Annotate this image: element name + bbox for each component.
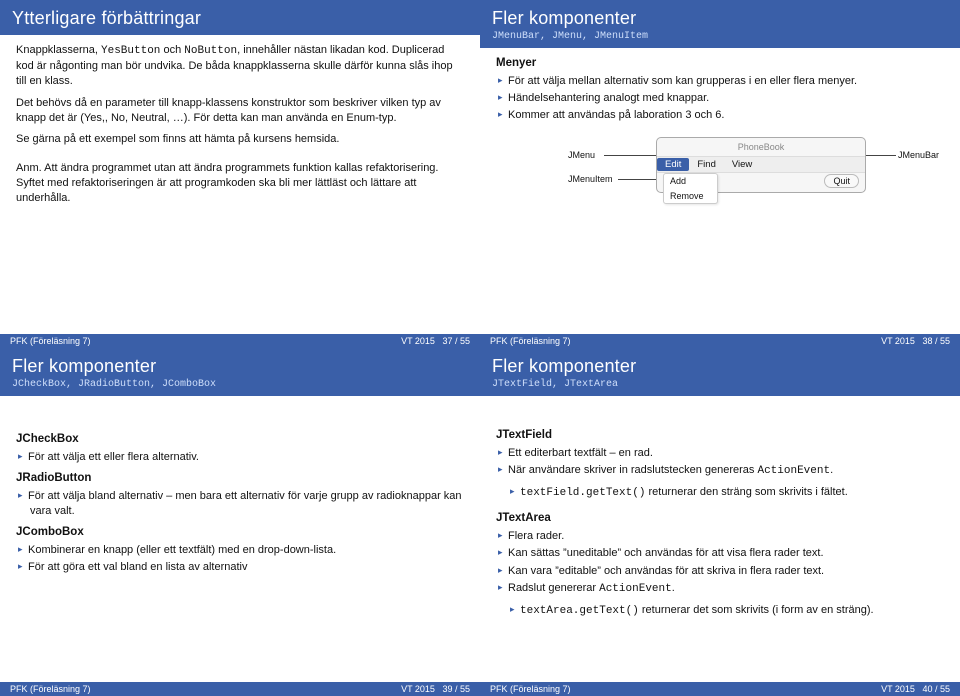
code-actionevent: ActionEvent [757, 465, 830, 477]
menu-item-find[interactable]: Find [689, 158, 723, 171]
slide-body: Knappklasserna, YesButton och NoButton, … [16, 43, 464, 207]
list-item: textField.getText() returnerar den strän… [522, 485, 944, 501]
paragraph: Se gärna på ett exempel som finns att hä… [16, 132, 464, 147]
footer-left: PFK (Föreläsning 7) [490, 684, 643, 694]
bullet-list: Ett editerbart textfält – en rad. När an… [496, 446, 944, 479]
code-textfield-gettext: textField.getText() [520, 487, 645, 499]
bullet-list-nested: textArea.getText() returnerar det som sk… [496, 603, 944, 619]
footer-right: VT 2015 40 / 55 [797, 684, 950, 694]
footer-center [163, 336, 316, 346]
slide-footer: PFK (Föreläsning 7) VT 2015 37 / 55 [0, 334, 480, 348]
list-item: För att välja mellan alternativ som kan … [510, 74, 944, 89]
heading-jtextarea: JTextArea [496, 511, 944, 527]
list-item: Flera rader. [510, 529, 944, 544]
slide-4: Fler komponenter JTextField, JTextArea J… [480, 348, 960, 696]
slide-footer: PFK (Föreläsning 7) VT 2015 40 / 55 [480, 682, 960, 696]
slide-body: JCheckBox För att välja ett eller flera … [16, 404, 464, 575]
list-item: När användare skriver in radslutstecken … [510, 463, 944, 479]
slide-header: Ytterligare förbättringar [0, 0, 480, 35]
slide-subtitle: JCheckBox, JRadioButton, JComboBox [12, 379, 468, 390]
dropdown: Add Remove [663, 173, 718, 204]
bullet-list: Flera rader. Kan sättas ”uneditable” och… [496, 529, 944, 597]
bullet-list: Kombinerar en knapp (eller ett textfält)… [16, 543, 464, 575]
list-item: Kan vara ”editable” och användas för att… [510, 564, 944, 579]
label-jmenu: JMenu [568, 149, 595, 161]
slide-1: Ytterligare förbättringar Knappklasserna… [0, 0, 480, 348]
slide-header: Fler komponenter JCheckBox, JRadioButton… [0, 348, 480, 396]
heading-jtextfield: JTextField [496, 428, 944, 444]
code-actionevent: ActionEvent [599, 583, 672, 595]
window-preview: PhoneBook Edit Find View Add Remove Quit [656, 137, 866, 193]
footer-left: PFK (Föreläsning 7) [490, 336, 643, 346]
heading-jcombobox: JComboBox [16, 525, 464, 541]
heading-menyer: Menyer [496, 56, 944, 72]
connector-line [866, 155, 896, 156]
slide-subtitle: JMenuBar, JMenu, JMenuItem [492, 31, 948, 42]
bullet-list: För att välja ett eller flera alternativ… [16, 450, 464, 465]
menu-item-edit[interactable]: Edit [657, 158, 689, 171]
bullet-list-nested: textField.getText() returnerar den strän… [496, 485, 944, 501]
connector-line [604, 155, 656, 156]
list-item: Kommer att användas på laboration 3 och … [510, 108, 944, 123]
slide-3: Fler komponenter JCheckBox, JRadioButton… [0, 348, 480, 696]
slide-subtitle: JTextField, JTextArea [492, 379, 948, 390]
label-jmenuitem: JMenuItem [568, 173, 613, 185]
window-title: PhoneBook [657, 141, 865, 153]
list-item: textArea.getText() returnerar det som sk… [522, 603, 944, 619]
list-item: För att välja bland alternativ – men bar… [30, 489, 464, 519]
dropdown-item-remove[interactable]: Remove [664, 189, 717, 203]
code-textarea-gettext: textArea.getText() [520, 605, 639, 617]
footer-center [163, 684, 316, 694]
paragraph: Knappklasserna, YesButton och NoButton, … [16, 43, 464, 90]
heading-jcheckbox: JCheckBox [16, 432, 464, 448]
menubar: Edit Find View [657, 156, 865, 173]
slide-title: Ytterligare förbättringar [12, 8, 468, 29]
list-item: Kan sättas ”uneditable” och användas för… [510, 546, 944, 561]
slide-title: Fler komponenter [12, 356, 468, 377]
bullet-list: För att välja bland alternativ – men bar… [16, 489, 464, 519]
list-item: Radslut genererar ActionEvent. [510, 581, 944, 597]
connector-line [618, 179, 656, 180]
menu-item-view[interactable]: View [724, 158, 760, 171]
slide-header: Fler komponenter JTextField, JTextArea [480, 348, 960, 396]
quit-button[interactable]: Quit [824, 174, 859, 188]
slide-title: Fler komponenter [492, 8, 948, 29]
bullet-list: För att välja mellan alternativ som kan … [496, 74, 944, 124]
footer-left: PFK (Föreläsning 7) [10, 336, 163, 346]
footer-left: PFK (Föreläsning 7) [10, 684, 163, 694]
list-item: För att välja ett eller flera alternativ… [30, 450, 464, 465]
slide-footer: PFK (Föreläsning 7) VT 2015 38 / 55 [480, 334, 960, 348]
menu-diagram: JMenu JMenuItem PhoneBook Edit Find View… [496, 129, 944, 203]
slide-2: Fler komponenter JMenuBar, JMenu, JMenuI… [480, 0, 960, 348]
footer-right: VT 2015 37 / 55 [317, 336, 470, 346]
footer-center [643, 684, 796, 694]
dropdown-item-add[interactable]: Add [664, 174, 717, 188]
paragraph: Det behövs då en parameter till knapp-kl… [16, 96, 464, 126]
slide-title: Fler komponenter [492, 356, 948, 377]
code-nobutton: NoButton [184, 45, 237, 57]
list-item: För att göra ett val bland en lista av a… [30, 560, 464, 575]
heading-jradiobutton: JRadioButton [16, 471, 464, 487]
footer-right: VT 2015 39 / 55 [317, 684, 470, 694]
paragraph: Anm. Att ändra programmet utan att ändra… [16, 161, 464, 207]
slide-body: Menyer För att välja mellan alternativ s… [496, 56, 944, 203]
slide-footer: PFK (Föreläsning 7) VT 2015 39 / 55 [0, 682, 480, 696]
slide-body: JTextField Ett editerbart textfält – en … [496, 404, 944, 619]
footer-center [643, 336, 796, 346]
list-item: Ett editerbart textfält – en rad. [510, 446, 944, 461]
list-item: Kombinerar en knapp (eller ett textfält)… [30, 543, 464, 558]
footer-right: VT 2015 38 / 55 [797, 336, 950, 346]
label-jmenubar: JMenuBar [898, 149, 939, 161]
code-yesbutton: YesButton [101, 45, 160, 57]
list-item: Händelsehantering analogt med knappar. [510, 91, 944, 106]
slide-header: Fler komponenter JMenuBar, JMenu, JMenuI… [480, 0, 960, 48]
